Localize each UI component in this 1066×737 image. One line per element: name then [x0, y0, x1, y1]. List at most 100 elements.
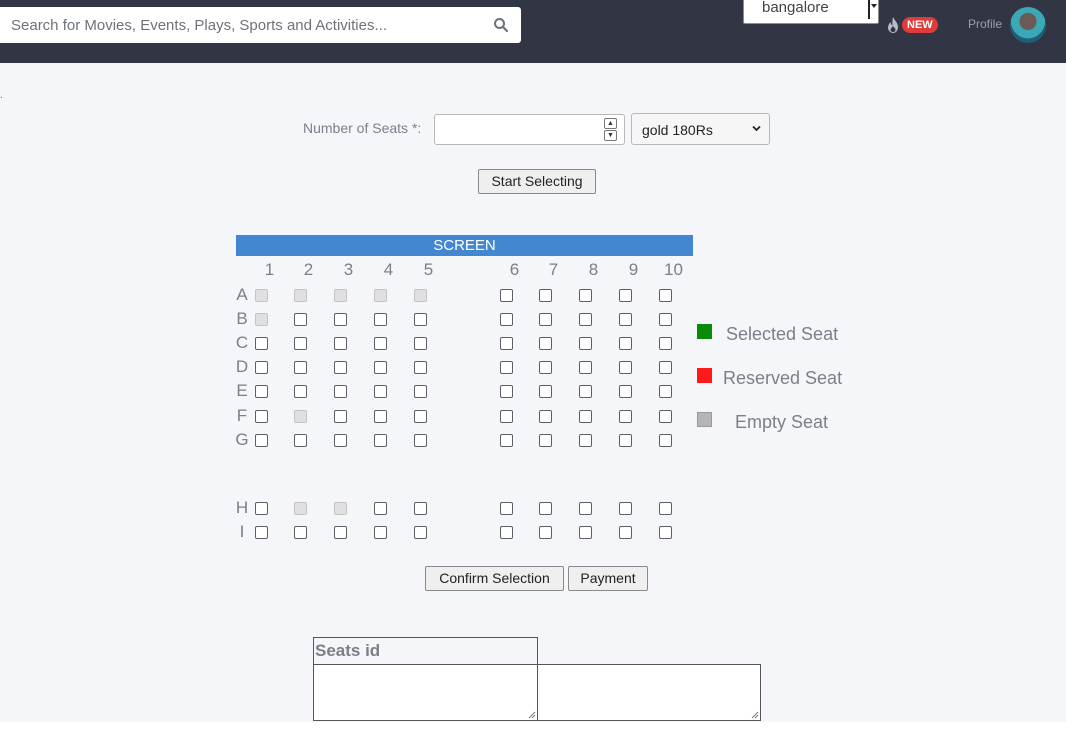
- seat-checkbox[interactable]: [373, 384, 387, 398]
- avatar[interactable]: [1010, 7, 1046, 43]
- spinner-up-icon[interactable]: ▲: [604, 118, 617, 129]
- seat-checkbox[interactable]: [293, 360, 307, 374]
- seat-checkbox[interactable]: [578, 312, 592, 326]
- seat-checkbox[interactable]: [373, 312, 387, 326]
- profile-link[interactable]: Profile: [968, 17, 1002, 31]
- seat-checkbox[interactable]: [373, 433, 387, 447]
- seat-checkbox[interactable]: [293, 433, 307, 447]
- seat-checkbox[interactable]: [499, 409, 513, 423]
- seat-checkbox[interactable]: [293, 384, 307, 398]
- seat-checkbox[interactable]: [333, 525, 347, 539]
- seat-checkbox[interactable]: [658, 384, 672, 398]
- seats-id-textarea[interactable]: [313, 664, 538, 721]
- seat-checkbox[interactable]: [373, 336, 387, 350]
- seat-checkbox[interactable]: [618, 288, 632, 302]
- seat-checkbox[interactable]: [373, 501, 387, 515]
- seat-checkbox[interactable]: [658, 433, 672, 447]
- seat-checkbox[interactable]: [413, 501, 427, 515]
- seat-checkbox[interactable]: [373, 360, 387, 374]
- confirm-selection-button[interactable]: Confirm Selection: [425, 566, 564, 591]
- seat-checkbox[interactable]: [413, 336, 427, 350]
- seat-checkbox[interactable]: [538, 360, 552, 374]
- seat-checkbox[interactable]: [618, 525, 632, 539]
- seat-checkbox[interactable]: [538, 409, 552, 423]
- seat-checkbox[interactable]: [499, 525, 513, 539]
- seat-checkbox[interactable]: [538, 288, 552, 302]
- seats-count-input[interactable]: [434, 114, 625, 145]
- seat-checkbox[interactable]: [618, 336, 632, 350]
- seat-checkbox[interactable]: [293, 525, 307, 539]
- seat-checkbox[interactable]: [413, 384, 427, 398]
- seat-checkbox[interactable]: [538, 525, 552, 539]
- seat-checkbox[interactable]: [373, 409, 387, 423]
- seat-checkbox[interactable]: [618, 501, 632, 515]
- seat-class-select[interactable]: gold 180Rs: [631, 113, 770, 145]
- seat-checkbox[interactable]: [254, 384, 268, 398]
- spinner-down-icon[interactable]: ▼: [604, 130, 617, 141]
- seat-checkbox[interactable]: [658, 409, 672, 423]
- seat-checkbox[interactable]: [538, 384, 552, 398]
- seat-checkbox[interactable]: [538, 312, 552, 326]
- seats-count-spinner[interactable]: ▲ ▼: [604, 118, 617, 141]
- search-input[interactable]: [0, 7, 470, 43]
- seat-checkbox[interactable]: [578, 336, 592, 350]
- seat-checkbox[interactable]: [658, 501, 672, 515]
- seat-checkbox[interactable]: [538, 433, 552, 447]
- seat-checkbox[interactable]: [254, 336, 268, 350]
- seat-checkbox[interactable]: [499, 312, 513, 326]
- seat-checkbox[interactable]: [658, 336, 672, 350]
- seat-checkbox[interactable]: [413, 360, 427, 374]
- top-navbar: bangalore NEW Profile: [0, 0, 1066, 63]
- seat-checkbox[interactable]: [578, 501, 592, 515]
- seat-checkbox[interactable]: [413, 433, 427, 447]
- seat-checkbox[interactable]: [618, 360, 632, 374]
- seat-checkbox[interactable]: [293, 312, 307, 326]
- seat-checkbox[interactable]: [618, 409, 632, 423]
- seat-checkbox[interactable]: [254, 525, 268, 539]
- seat-checkbox[interactable]: [578, 525, 592, 539]
- seat-checkbox[interactable]: [578, 433, 592, 447]
- seat-checkbox[interactable]: [254, 501, 268, 515]
- seat-checkbox[interactable]: [538, 501, 552, 515]
- city-select[interactable]: bangalore: [743, 0, 879, 24]
- seat-checkbox[interactable]: [499, 336, 513, 350]
- seat-checkbox[interactable]: [333, 409, 347, 423]
- search-icon[interactable]: [493, 17, 509, 33]
- seat-checkbox[interactable]: [578, 384, 592, 398]
- seat-checkbox[interactable]: [333, 312, 347, 326]
- seat-checkbox[interactable]: [413, 525, 427, 539]
- seat-checkbox[interactable]: [658, 360, 672, 374]
- seat-checkbox[interactable]: [293, 336, 307, 350]
- seat-checkbox[interactable]: [254, 409, 268, 423]
- start-selecting-button[interactable]: Start Selecting: [478, 169, 596, 194]
- seat-checkbox[interactable]: [333, 433, 347, 447]
- seat-checkbox[interactable]: [499, 501, 513, 515]
- seat-checkbox[interactable]: [658, 312, 672, 326]
- seat-checkbox[interactable]: [618, 384, 632, 398]
- seat-checkbox[interactable]: [254, 360, 268, 374]
- seat-checkbox[interactable]: [413, 409, 427, 423]
- seat-checkbox[interactable]: [578, 288, 592, 302]
- seat-checkbox[interactable]: [658, 525, 672, 539]
- row-letter: B: [236, 309, 248, 328]
- seat-checkbox[interactable]: [499, 360, 513, 374]
- seat-checkbox[interactable]: [499, 288, 513, 302]
- seat-checkbox[interactable]: [658, 288, 672, 302]
- seat-checkbox[interactable]: [499, 433, 513, 447]
- resize-grip-icon[interactable]: [751, 711, 759, 719]
- seat-checkbox[interactable]: [333, 336, 347, 350]
- seat-checkbox[interactable]: [618, 312, 632, 326]
- seat-checkbox[interactable]: [578, 360, 592, 374]
- seat-checkbox[interactable]: [333, 384, 347, 398]
- resize-grip-icon[interactable]: [528, 711, 536, 719]
- payment-button[interactable]: Payment: [568, 566, 648, 591]
- seat-checkbox[interactable]: [578, 409, 592, 423]
- seat-checkbox[interactable]: [618, 433, 632, 447]
- seats-detail-textarea[interactable]: [537, 664, 761, 721]
- seat-checkbox[interactable]: [499, 384, 513, 398]
- seat-checkbox[interactable]: [333, 360, 347, 374]
- seat-checkbox[interactable]: [254, 433, 268, 447]
- seat-checkbox[interactable]: [538, 336, 552, 350]
- seat-checkbox[interactable]: [413, 312, 427, 326]
- seat-checkbox[interactable]: [373, 525, 387, 539]
